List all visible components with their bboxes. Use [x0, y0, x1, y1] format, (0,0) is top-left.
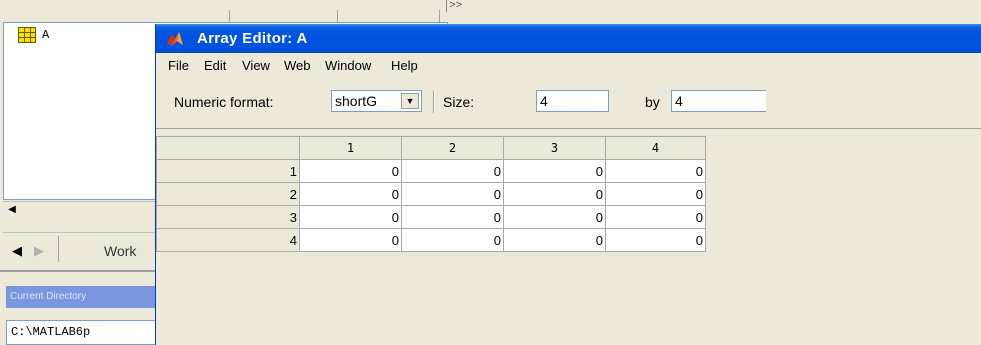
- grid-cell[interactable]: 0: [605, 228, 706, 252]
- row-header[interactable]: 4: [156, 228, 300, 252]
- table-row: 1 0 0 0 0: [156, 159, 706, 183]
- numeric-format-value: shortG: [335, 93, 378, 109]
- row-header[interactable]: 2: [156, 182, 300, 206]
- dropdown-arrow-icon[interactable]: ▼: [401, 93, 419, 109]
- row-header[interactable]: 3: [156, 205, 300, 229]
- grid-cell[interactable]: 0: [299, 182, 402, 206]
- grid-cell[interactable]: 0: [503, 159, 606, 183]
- tab-next-arrow-icon[interactable]: ▶: [34, 243, 44, 259]
- matlab-logo-icon: [167, 32, 183, 46]
- current-directory-path[interactable]: C:\MATLAB6p: [6, 320, 166, 345]
- grid-cell[interactable]: 0: [401, 228, 504, 252]
- grid-cell[interactable]: 0: [503, 182, 606, 206]
- grid-cell[interactable]: 0: [605, 159, 706, 183]
- grid-header-row: 1 2 3 4: [156, 136, 706, 160]
- row-header[interactable]: 1: [156, 159, 300, 183]
- toolbar-separator: [433, 91, 435, 113]
- numeric-format-select[interactable]: shortG ▼: [331, 90, 422, 112]
- menu-edit[interactable]: Edit: [204, 58, 226, 73]
- table-row: 2 0 0 0 0: [156, 182, 706, 206]
- current-directory-title: Current Directory: [6, 286, 160, 308]
- grid-corner[interactable]: [156, 136, 300, 160]
- table-row: 3 0 0 0 0: [156, 205, 706, 229]
- matrix-variable-icon: [18, 27, 36, 43]
- by-label: by: [645, 94, 660, 110]
- array-editor-window: Array Editor: A File Edit View Web Windo…: [155, 24, 981, 345]
- column-header[interactable]: 2: [401, 136, 504, 160]
- menu-web[interactable]: Web: [284, 58, 311, 73]
- panel-divider[interactable]: [0, 270, 160, 272]
- tab-previous-arrow-icon[interactable]: ◀: [12, 243, 22, 259]
- tab-workspace[interactable]: Work: [104, 243, 136, 259]
- command-window-divider[interactable]: [446, 0, 447, 12]
- grid-cell[interactable]: 0: [605, 205, 706, 229]
- grid-cell[interactable]: 0: [503, 228, 606, 252]
- menu-view[interactable]: View: [242, 58, 270, 73]
- grid-cell[interactable]: 0: [299, 228, 402, 252]
- size-label: Size:: [443, 94, 475, 110]
- menu-file[interactable]: File: [168, 58, 189, 73]
- tab-divider: [58, 236, 59, 262]
- grid-cell[interactable]: 0: [401, 205, 504, 229]
- grid-cell[interactable]: 0: [401, 182, 504, 206]
- editor-toolbar: Numeric format: shortG ▼ Size: 4 by 4: [156, 77, 981, 119]
- array-grid: 1 2 3 4 1 0 0 0 0 2 0 0 0 0 3 0 0 0 0 4 …: [156, 136, 706, 252]
- column-header[interactable]: 4: [605, 136, 706, 160]
- numeric-format-label: Numeric format:: [174, 94, 274, 110]
- array-grid-area: 1 2 3 4 1 0 0 0 0 2 0 0 0 0 3 0 0 0 0 4 …: [156, 128, 981, 345]
- column-header[interactable]: 1: [299, 136, 402, 160]
- columns-input[interactable]: 4: [671, 90, 766, 112]
- grid-cell[interactable]: 0: [299, 205, 402, 229]
- column-header[interactable]: 3: [503, 136, 606, 160]
- grid-cell[interactable]: 0: [401, 159, 504, 183]
- grid-cell[interactable]: 0: [299, 159, 402, 183]
- window-titlebar[interactable]: Array Editor: A: [156, 24, 981, 53]
- rows-input[interactable]: 4: [536, 90, 609, 112]
- grid-cell[interactable]: 0: [605, 182, 706, 206]
- window-title: Array Editor: A: [197, 30, 308, 47]
- menu-help[interactable]: Help: [391, 58, 418, 73]
- command-prompt: >>: [449, 0, 463, 12]
- table-row: 4 0 0 0 0: [156, 228, 706, 252]
- menu-window[interactable]: Window: [325, 58, 371, 73]
- menu-bar: File Edit View Web Window Help: [156, 53, 981, 77]
- workspace-variable-name[interactable]: A: [42, 28, 49, 42]
- scroll-left-arrow-icon[interactable]: ◀: [5, 203, 19, 216]
- grid-cell[interactable]: 0: [503, 205, 606, 229]
